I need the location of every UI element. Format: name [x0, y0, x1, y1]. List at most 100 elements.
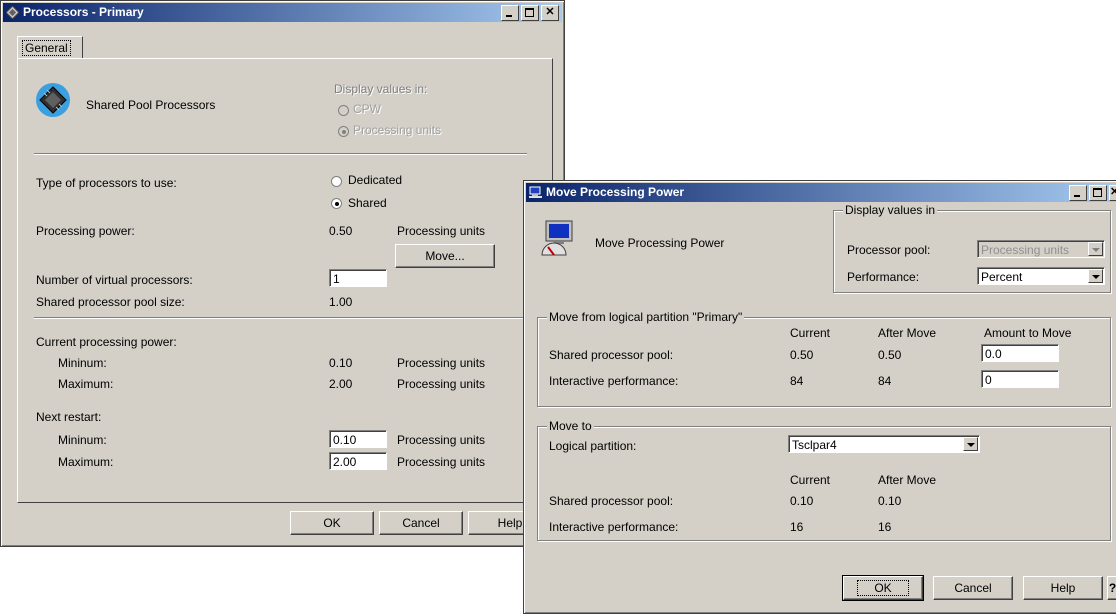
col-current: Current — [790, 326, 831, 340]
maximize-button[interactable] — [1089, 185, 1107, 201]
to-col-current: Current — [790, 473, 831, 487]
pool-amount-input[interactable]: 0.0 — [981, 344, 1059, 362]
move-from-legend: Move from logical partition "Primary" — [547, 310, 745, 324]
header-label: Move Processing Power — [595, 236, 725, 250]
ok-label: OK — [857, 580, 909, 596]
separator — [34, 317, 527, 319]
move-button[interactable]: Move... — [395, 244, 495, 268]
from-perf-label: Interactive performance: — [549, 374, 679, 388]
restart-min-label: Mininum: — [58, 433, 107, 447]
current-max-unit: Processing units — [397, 377, 486, 391]
processing-units-label: Processing units — [353, 123, 442, 137]
close-button[interactable]: ✕ — [1109, 185, 1116, 201]
logical-partition-select[interactable]: Tsclpar4 — [788, 435, 980, 453]
whats-this-button[interactable]: ? — [1107, 576, 1116, 600]
diamond-app-icon — [6, 6, 19, 19]
col-amount: Amount to Move — [984, 326, 1072, 340]
cancel-button[interactable]: Cancel — [379, 511, 463, 535]
close-icon: ✕ — [545, 6, 555, 18]
tab-general-label: General — [22, 40, 71, 56]
to-pool-label: Shared processor pool: — [549, 494, 674, 508]
shared-radio[interactable] — [331, 198, 342, 209]
minimize-button[interactable] — [501, 5, 519, 21]
current-max-value: 2.00 — [329, 377, 353, 391]
performance-label: Performance: — [847, 270, 920, 284]
help-label: Help — [1050, 581, 1076, 595]
processor-chip-icon — [36, 83, 70, 117]
processing-units-radio[interactable] — [338, 126, 349, 137]
close-button[interactable]: ✕ — [541, 5, 559, 21]
from-pool-after: 0.50 — [878, 348, 902, 362]
maximize-button[interactable] — [521, 5, 539, 21]
help-button[interactable]: Help — [1023, 576, 1103, 600]
restart-max-input[interactable]: 2.00 — [329, 452, 387, 470]
to-perf-label: Interactive performance: — [549, 520, 679, 534]
display-values-legend: Display values in — [843, 203, 938, 217]
move-to-legend: Move to — [547, 419, 594, 433]
to-col-after: After Move — [878, 473, 937, 487]
to-pool-current: 0.10 — [790, 494, 814, 508]
current-min-value: 0.10 — [329, 356, 353, 370]
shared-label: Shared — [348, 196, 387, 210]
minimize-icon — [1074, 195, 1080, 197]
cpw-label: CPW — [353, 102, 381, 116]
minimize-icon — [506, 15, 512, 17]
virtual-processors-input[interactable]: 1 — [329, 269, 387, 287]
ok-button[interactable]: OK — [842, 575, 924, 601]
power-value: 0.50 — [329, 224, 353, 238]
dedicated-radio[interactable] — [331, 176, 342, 187]
close-icon: ✕ — [1110, 186, 1116, 198]
question-icon: ? — [1108, 581, 1116, 595]
help-label: Help — [497, 516, 523, 530]
processor-pool-label: Processor pool: — [847, 243, 931, 257]
virtual-label: Number of virtual processors: — [36, 273, 193, 287]
display-values-label: Display values in: — [334, 82, 428, 96]
move-titlebar[interactable]: Move Processing Power ✕ — [526, 183, 1116, 202]
header-label: Shared Pool Processors — [86, 98, 216, 112]
processor-pool-select[interactable]: Processing units — [977, 240, 1105, 258]
current-min-label: Mininum: — [58, 356, 107, 370]
current-max-label: Maximum: — [58, 377, 114, 391]
ok-label: OK — [323, 516, 341, 530]
dropdown-arrow-icon — [1088, 269, 1103, 283]
performance-select[interactable]: Percent — [977, 267, 1105, 285]
perf-amount-input[interactable]: 0 — [981, 370, 1059, 388]
current-min-unit: Processing units — [397, 356, 486, 370]
window-title: Move Processing Power — [546, 185, 685, 199]
pool-size-value: 1.00 — [329, 295, 353, 309]
maximize-icon — [525, 8, 534, 17]
from-pool-current: 0.50 — [790, 348, 814, 362]
minimize-button[interactable] — [1069, 185, 1087, 201]
cancel-label: Cancel — [402, 516, 440, 530]
maximize-icon — [1093, 188, 1102, 197]
to-pool-after: 0.10 — [878, 494, 902, 508]
dedicated-label: Dedicated — [348, 173, 403, 187]
cancel-label: Cancel — [954, 581, 992, 595]
cancel-button[interactable]: Cancel — [933, 576, 1013, 600]
to-perf-after: 16 — [878, 520, 892, 534]
monitor-app-icon — [529, 186, 542, 198]
ok-button[interactable]: OK — [290, 511, 374, 535]
move-window: Move Processing Power ✕ Move Processing … — [523, 180, 1116, 614]
dropdown-arrow-icon — [963, 437, 978, 451]
pool-size-label: Shared processor pool size: — [36, 295, 185, 309]
to-perf-current: 16 — [790, 520, 804, 534]
restart-max-label: Maximum: — [58, 455, 114, 469]
restart-min-unit: Processing units — [397, 433, 486, 447]
processors-window: Processors - Primary ✕ General Shared Po… — [0, 0, 565, 547]
monitor-gauge-icon — [541, 220, 573, 256]
col-after-move: After Move — [878, 326, 937, 340]
type-label: Type of processors to use: — [36, 176, 177, 190]
next-restart-label: Next restart: — [36, 410, 102, 424]
from-perf-current: 84 — [790, 374, 804, 388]
restart-min-input[interactable]: 0.10 — [329, 430, 387, 448]
move-button-label: Move... — [425, 249, 465, 263]
current-power-label: Current processing power: — [36, 335, 177, 349]
restart-max-unit: Processing units — [397, 455, 486, 469]
from-pool-label: Shared processor pool: — [549, 348, 674, 362]
tab-general[interactable]: General — [17, 36, 83, 58]
processor-pool-value: Processing units — [981, 243, 1070, 257]
separator — [34, 153, 527, 155]
cpw-radio[interactable] — [338, 105, 349, 116]
processors-titlebar[interactable]: Processors - Primary ✕ — [3, 3, 562, 22]
